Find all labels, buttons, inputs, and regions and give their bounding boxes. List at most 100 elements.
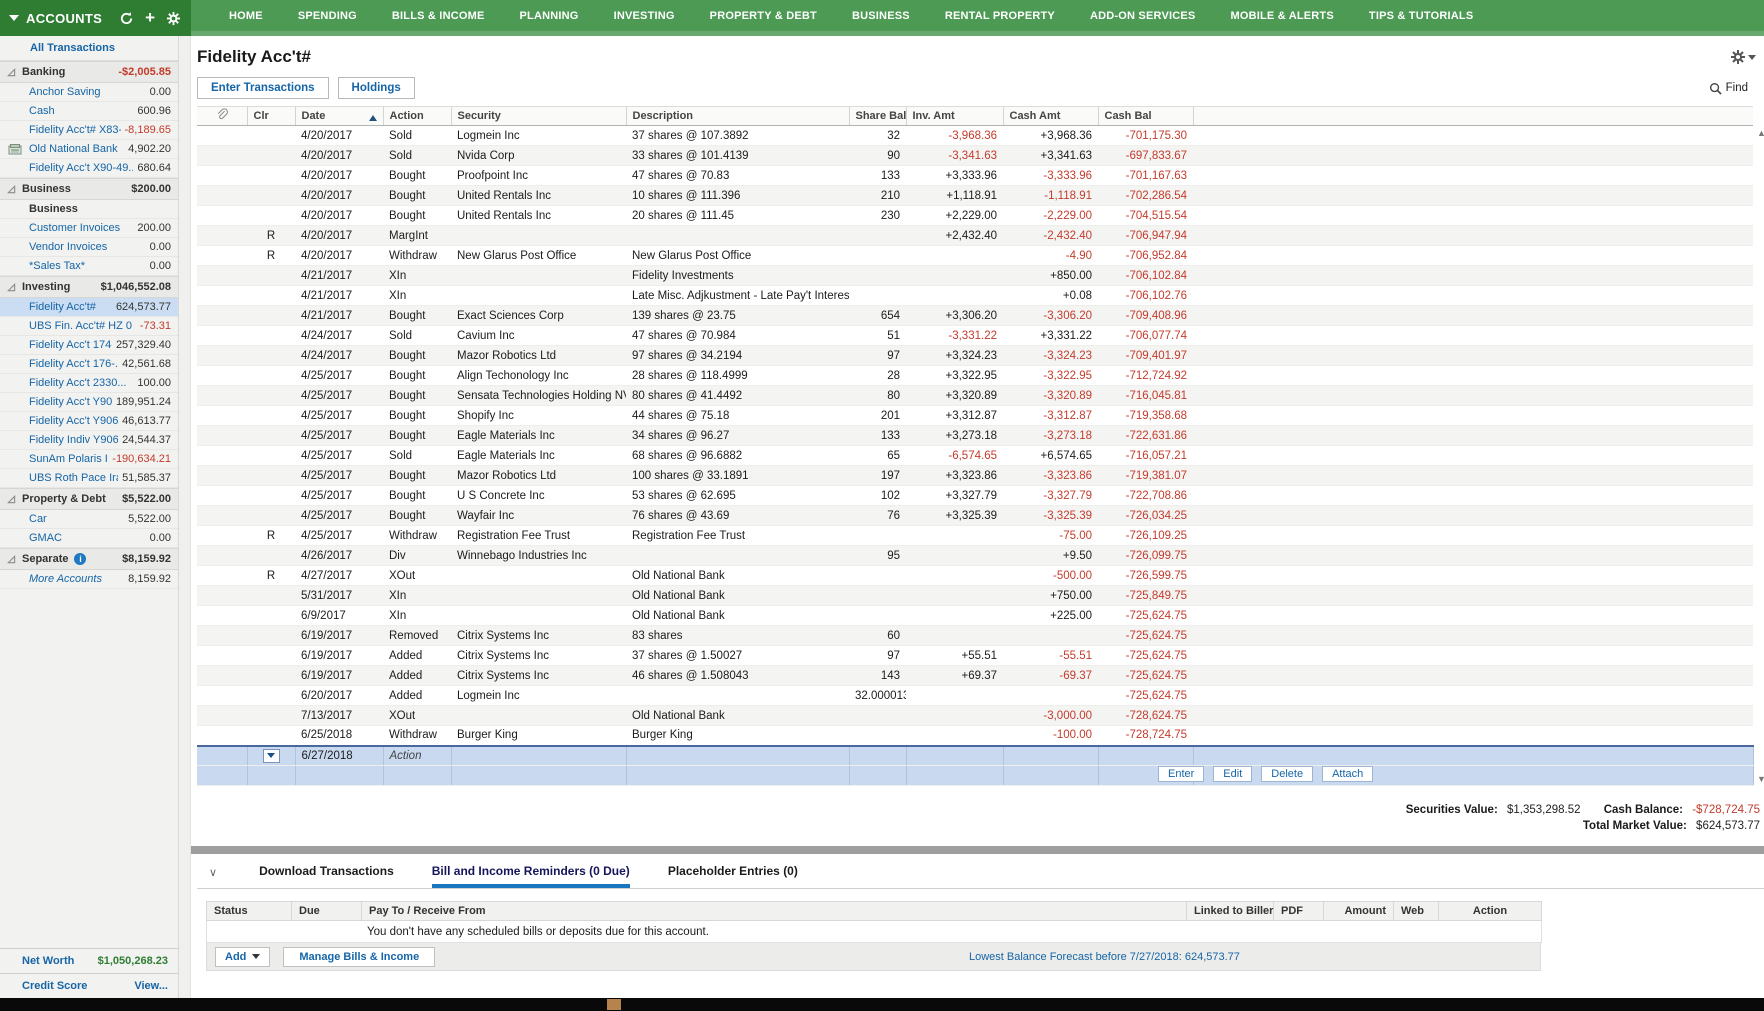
sidebar-item-fidelity-acc-t-176[interactable]: Fidelity Acc't 176-...42,561.68 <box>0 355 178 374</box>
sidebar-item-customer-invoices[interactable]: Customer Invoices200.00 <box>0 219 178 238</box>
table-row[interactable]: 4/25/2017BoughtU S Concrete Inc53 shares… <box>197 486 1753 506</box>
tab-download-transactions[interactable]: Download Transactions <box>259 864 394 888</box>
sidebar-item-vendor-invoices[interactable]: Vendor Invoices0.00 <box>0 238 178 257</box>
new-transaction-row[interactable]: 6/27/2018Action <box>197 746 1753 766</box>
nav-item-tips-tutorials[interactable]: TIPS & TUTORIALS <box>1369 10 1473 22</box>
find-control[interactable]: Find <box>1709 82 1748 95</box>
attach-button[interactable]: Attach <box>1322 766 1373 782</box>
delete-button[interactable]: Delete <box>1261 766 1313 782</box>
add-reminder-button[interactable]: Add <box>215 947 270 967</box>
nav-item-rental-property[interactable]: RENTAL PROPERTY <box>945 10 1055 22</box>
add-account-icon[interactable]: + <box>145 11 155 25</box>
cash-bal-column-header[interactable]: Cash Bal <box>1098 107 1193 126</box>
sidebar-item-cash[interactable]: Cash600.96 <box>0 102 178 121</box>
table-row[interactable]: 7/13/2017XOutOld National Bank-3,000.00-… <box>197 706 1753 726</box>
edit-button[interactable]: Edit <box>1213 766 1252 782</box>
table-row[interactable]: 4/20/2017BoughtProofpoint Inc47 shares @… <box>197 166 1753 186</box>
sidebar-item-fidelity-acc-t-y906[interactable]: Fidelity Acc't Y906...46,613.77 <box>0 412 178 431</box>
sidebar-item-fidelity-indiv-y906[interactable]: Fidelity Indiv Y906...24,544.37 <box>0 431 178 450</box>
table-row[interactable]: 4/26/2017DivWinnebago Industries Inc95+9… <box>197 546 1753 566</box>
sidebar-group-investing[interactable]: Investing$1,046,552.08 <box>0 276 178 298</box>
nav-item-add-on-services[interactable]: ADD-ON SERVICES <box>1090 10 1195 22</box>
table-row[interactable]: 6/19/2017AddedCitrix Systems Inc37 share… <box>197 646 1753 666</box>
sidebar-group-property-debt[interactable]: Property & Debt$5,522.00 <box>0 488 178 510</box>
table-row[interactable]: R4/20/2017MargInt+2,432.40-2,432.40-706,… <box>197 226 1753 246</box>
refresh-icon[interactable] <box>119 11 134 26</box>
table-row[interactable]: 6/19/2017RemovedCitrix Systems Inc83 sha… <box>197 626 1753 646</box>
table-row[interactable]: 6/19/2017AddedCitrix Systems Inc46 share… <box>197 666 1753 686</box>
sidebar-item-sunam-polaris-ii-p[interactable]: SunAm Polaris II P...-190,634.21 <box>0 450 178 469</box>
table-row[interactable]: 4/25/2017BoughtMazor Robotics Ltd100 sha… <box>197 466 1753 486</box>
attachment-column-header[interactable] <box>197 107 247 126</box>
manage-bills-income-button[interactable]: Manage Bills & Income <box>283 947 435 967</box>
clr-column-header[interactable]: Clr <box>247 107 295 126</box>
table-row[interactable]: R4/25/2017WithdrawRegistration Fee Trust… <box>197 526 1753 546</box>
table-row[interactable]: 6/20/2017AddedLogmein Inc32.000013-725,6… <box>197 686 1753 706</box>
taskbar[interactable] <box>0 998 1764 1011</box>
settings-gear-icon[interactable] <box>166 11 181 26</box>
scroll-down-arrow[interactable]: ▼ <box>1755 774 1764 784</box>
nav-item-home[interactable]: HOME <box>229 10 263 22</box>
table-row[interactable]: 4/21/2017BoughtExact Sciences Corp139 sh… <box>197 306 1753 326</box>
sidebar-group-banking[interactable]: Banking-$2,005.85 <box>0 61 178 83</box>
sidebar-item-business[interactable]: Business <box>0 200 178 219</box>
sidebar-item-fidelity-acc-t-x90-49[interactable]: Fidelity Acc't X90-49...680.64 <box>0 159 178 178</box>
scroll-up-arrow[interactable]: ▲ <box>1755 128 1764 138</box>
cash-amt-column-header[interactable]: Cash Amt <box>1003 107 1098 126</box>
accounts-caret-icon[interactable] <box>9 15 19 21</box>
collapse-panel-chevron-icon[interactable]: ∨ <box>203 866 221 888</box>
table-row[interactable]: 4/20/2017BoughtUnited Rentals Inc20 shar… <box>197 206 1753 226</box>
nav-item-investing[interactable]: INVESTING <box>614 10 675 22</box>
table-row[interactable]: 4/20/2017BoughtUnited Rentals Inc10 shar… <box>197 186 1753 206</box>
sidebar-group-separate[interactable]: Separatei$8,159.92 <box>0 548 178 570</box>
table-row[interactable]: 4/25/2017BoughtWayfair Inc76 shares @ 43… <box>197 506 1753 526</box>
table-row[interactable]: R4/20/2017WithdrawNew Glarus Post Office… <box>197 246 1753 266</box>
sidebar-item-ubs-fin-acc-t-hz-0[interactable]: UBS Fin. Acc't# HZ 0-73.31 <box>0 317 178 336</box>
sidebar-item-ubs-roth-pace-ira[interactable]: UBS Roth Pace Ira ...51,585.37 <box>0 469 178 488</box>
table-row[interactable]: 5/31/2017XInOld National Bank+750.00-725… <box>197 586 1753 606</box>
account-actions-gear-icon[interactable] <box>1730 49 1756 65</box>
share-bal-column-header[interactable]: Share Bal <box>849 107 906 126</box>
table-row[interactable]: 4/25/2017BoughtShopify Inc44 shares @ 75… <box>197 406 1753 426</box>
info-icon[interactable]: i <box>74 553 86 565</box>
table-row[interactable]: 4/25/2017BoughtEagle Materials Inc34 sha… <box>197 426 1753 446</box>
table-row[interactable]: 4/25/2017BoughtSensata Technologies Hold… <box>197 386 1753 406</box>
sidebar-item-fidelity-acc-t-2330[interactable]: Fidelity Acc't 2330...100.00 <box>0 374 178 393</box>
net-worth-row[interactable]: Net Worth $1,050,268.23 <box>0 948 178 973</box>
nav-item-property-debt[interactable]: PROPERTY & DEBT <box>710 10 817 22</box>
description-column-header[interactable]: Description <box>626 107 849 126</box>
sidebar-item-fidelity-acc-t-y906[interactable]: Fidelity Acc't Y906...189,951.24 <box>0 393 178 412</box>
table-row[interactable]: 6/9/2017XInOld National Bank+225.00-725,… <box>197 606 1753 626</box>
table-row[interactable]: 6/25/2018WithdrawBurger KingBurger King-… <box>197 726 1753 746</box>
nav-item-business[interactable]: BUSINESS <box>852 10 910 22</box>
sidebar-item-all-transactions[interactable]: All Transactions <box>0 36 178 61</box>
sidebar-item-fidelity-acc-t-x83-0[interactable]: Fidelity Acc't# X83-0...-8,189.65 <box>0 121 178 140</box>
nav-item-bills-income[interactable]: BILLS & INCOME <box>392 10 485 22</box>
tab-bill-income-reminders[interactable]: Bill and Income Reminders (0 Due) <box>432 864 630 888</box>
nav-item-planning[interactable]: PLANNING <box>520 10 579 22</box>
table-row[interactable]: R4/27/2017XOutOld National Bank-500.00-7… <box>197 566 1753 586</box>
action-column-header[interactable]: Action <box>383 107 451 126</box>
sidebar-item-more-accounts[interactable]: More Accounts8,159.92 <box>0 570 178 589</box>
sidebar-item-fidelity-acc-t[interactable]: Fidelity Acc't#624,573.77 <box>0 298 178 317</box>
nav-item-mobile-alerts[interactable]: MOBILE & ALERTS <box>1230 10 1333 22</box>
date-column-header[interactable]: Date <box>295 107 383 126</box>
tab-placeholder-entries[interactable]: Placeholder Entries (0) <box>668 864 798 888</box>
credit-score-row[interactable]: Credit Score View... <box>0 973 178 998</box>
table-row[interactable]: 4/25/2017BoughtAlign Techonology Inc28 s… <box>197 366 1753 386</box>
sidebar-item-fidelity-acc-t-174[interactable]: Fidelity Acc't 174-...257,329.40 <box>0 336 178 355</box>
credit-score-view-link[interactable]: View... <box>134 980 168 992</box>
table-row[interactable]: 4/25/2017SoldEagle Materials Inc68 share… <box>197 446 1753 466</box>
security-column-header[interactable]: Security <box>451 107 626 126</box>
inv-amt-column-header[interactable]: Inv. Amt <box>906 107 1003 126</box>
table-row[interactable]: 4/20/2017SoldLogmein Inc37 shares @ 107.… <box>197 126 1753 146</box>
lowest-balance-forecast-link[interactable]: Lowest Balance Forecast before 7/27/2018… <box>969 951 1240 963</box>
table-row[interactable]: 4/21/2017XInLate Misc. Adjkustment - Lat… <box>197 286 1753 306</box>
sidebar-item-anchor-saving[interactable]: Anchor Saving0.00 <box>0 83 178 102</box>
panel-splitter[interactable] <box>191 846 1764 854</box>
enter-transactions-button[interactable]: Enter Transactions <box>197 77 329 99</box>
table-row[interactable]: 4/21/2017XInFidelity Investments+850.00-… <box>197 266 1753 286</box>
table-row[interactable]: 4/24/2017BoughtMazor Robotics Ltd97 shar… <box>197 346 1753 366</box>
new-transaction-row-2[interactable] <box>197 766 1753 786</box>
table-row[interactable]: 4/20/2017SoldNvida Corp33 shares @ 101.4… <box>197 146 1753 166</box>
